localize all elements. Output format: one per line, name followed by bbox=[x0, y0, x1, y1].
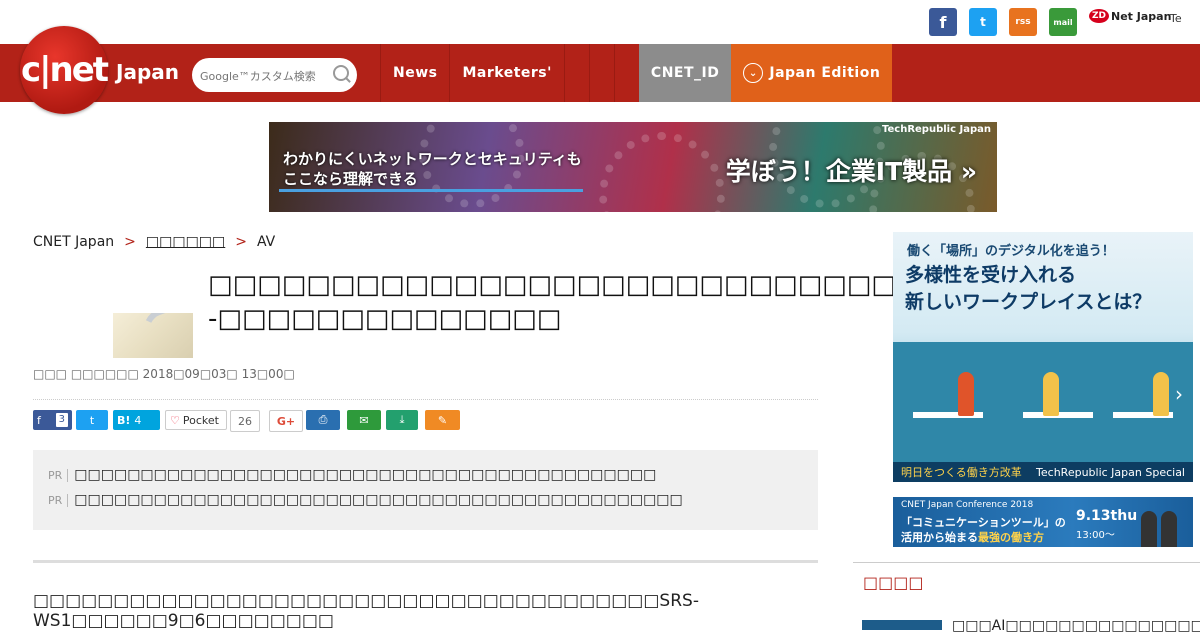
ad2-line2-highlight: 最強の働き方 bbox=[978, 531, 1044, 544]
pr-link[interactable]: □□□□□□□□□□□□□□□□□□□□□□□□□□□□□□□□□□□□□□□□… bbox=[74, 492, 682, 508]
sidebar-item-title[interactable]: □□□AI□□□□□□□□□□□□□□□ bbox=[952, 618, 1200, 634]
search-input[interactable] bbox=[198, 64, 332, 88]
breadcrumb-category[interactable]: □□□□□□ bbox=[146, 234, 225, 250]
cnet-id-button[interactable]: CNET_ID bbox=[638, 44, 732, 102]
pr-item[interactable]: PR □□□□□□□□□□□□□□□□□□□□□□□□□□□□□□□□□□□□□… bbox=[48, 467, 656, 483]
techrepublic-link[interactable]: Te bbox=[1170, 12, 1182, 25]
breadcrumb-home[interactable]: CNET Japan bbox=[33, 234, 114, 250]
ad2-line2-prefix: 活用から始まる bbox=[901, 531, 978, 544]
ad-footer: 明日をつくる働き方改革 TechRepublic Japan Special bbox=[893, 462, 1193, 482]
twitter-icon[interactable]: t bbox=[969, 8, 997, 36]
ad2-line2: 活用から始まる最強の働き方 bbox=[901, 529, 1044, 545]
facebook-share-button[interactable]: f 3 bbox=[33, 410, 72, 430]
facebook-share-count: 3 bbox=[55, 413, 68, 427]
divider bbox=[853, 562, 1200, 563]
speaker-graphic bbox=[1161, 511, 1177, 547]
rss-icon[interactable]: rss bbox=[1009, 8, 1037, 36]
sidebar-item-thumbnail[interactable] bbox=[862, 620, 942, 630]
twitter-share-button[interactable]: t bbox=[76, 410, 108, 430]
banner-line2: ここなら理解できる bbox=[283, 170, 418, 188]
rss-glyph: rss bbox=[1015, 17, 1031, 27]
top-utility-bar: f t rss mail ZD Net Japan Te bbox=[0, 0, 1200, 44]
pr-tag: PR bbox=[48, 468, 69, 482]
ad-footer-left: 明日をつくる働き方改革 bbox=[901, 466, 1022, 479]
chevron-down-icon: ⌄ bbox=[743, 63, 764, 83]
hatena-icon: B! bbox=[117, 413, 131, 427]
zdnet-label: Net Japan bbox=[1111, 9, 1172, 23]
chevron-right-icon[interactable]: › bbox=[1175, 382, 1183, 406]
nav-item-empty[interactable] bbox=[563, 44, 589, 102]
nav-item-empty[interactable] bbox=[588, 44, 614, 102]
breadcrumb: CNET Japan > □□□□□□ > AV bbox=[33, 234, 275, 250]
mail-glyph: mail bbox=[1053, 17, 1073, 27]
zdnet-japan-link[interactable]: ZD Net Japan bbox=[1089, 9, 1171, 23]
pocket-icon: ♡ bbox=[170, 413, 180, 427]
search-icon[interactable] bbox=[333, 65, 349, 81]
ad2-date: 9.13thu bbox=[1076, 508, 1138, 524]
print-button[interactable]: ⎙ bbox=[306, 410, 340, 430]
pr-tag: PR bbox=[48, 493, 69, 507]
pocket-label: Pocket bbox=[182, 413, 219, 427]
nav-marketers[interactable]: Marketers' bbox=[449, 44, 563, 102]
breadcrumb-subcategory[interactable]: AV bbox=[257, 234, 275, 250]
logo-region-label[interactable]: Japan bbox=[116, 60, 179, 84]
pocket-count: 26 bbox=[230, 410, 260, 432]
article-byline: □□□ □□□□□□ 2018□09□03□ 13□00□ bbox=[33, 367, 295, 381]
speaker-graphic bbox=[1141, 511, 1157, 547]
ad-line2: 多様性を受け入れる bbox=[905, 264, 1077, 286]
zdnet-logo-icon: ZD bbox=[1089, 9, 1109, 23]
google-plus-button[interactable]: G+ bbox=[269, 410, 303, 432]
cnet-logo[interactable]: c|net bbox=[20, 26, 109, 114]
sidebar-ad-workplace[interactable]: 働く「場所」のデジタル化を追う！ 多様性を受け入れる 新しいワークプレイスとは？… bbox=[893, 232, 1193, 482]
ad-line3: 新しいワークプレイスとは？ bbox=[905, 291, 1152, 313]
gear-graphic bbox=[599, 132, 725, 212]
download-icon: ⤓ bbox=[399, 413, 405, 426]
paperclip-icon: ✎ bbox=[437, 413, 448, 427]
facebook-icon[interactable]: f bbox=[929, 8, 957, 36]
hatena-count: 4 bbox=[134, 413, 142, 427]
mail-share-button[interactable]: ✉ bbox=[347, 410, 381, 430]
ad2-time: 13:00〜 bbox=[1076, 530, 1115, 541]
banner-ad[interactable]: TechRepublic Japan わかりにくいネットワークとセキュリティも … bbox=[269, 122, 997, 212]
banner-line1: わかりにくいネットワークとセキュリティも bbox=[283, 150, 582, 168]
ad-footer-right: TechRepublic Japan Special bbox=[1036, 465, 1185, 479]
nav-item-empty[interactable] bbox=[613, 44, 639, 102]
sidebar-heading: □□□□ bbox=[863, 573, 924, 592]
person-graphic bbox=[958, 372, 974, 416]
hatena-bookmark-button[interactable]: B! 4 bbox=[113, 410, 160, 430]
banner-brand: TechRepublic Japan bbox=[882, 124, 991, 135]
facebook-icon: f bbox=[37, 413, 41, 427]
sidebar-ad-conference[interactable]: CNET Japan Conference 2018 「コミュニケーションツール… bbox=[893, 497, 1193, 547]
ad2-event: CNET Japan Conference 2018 bbox=[901, 500, 1034, 510]
article-lead: □□□□□□□□□□□□□□□□□□□□□□□□□□□□□□□□□□□□□□□S… bbox=[33, 591, 699, 631]
clip-button[interactable]: ✎ bbox=[425, 410, 460, 430]
mail-icon: ✉ bbox=[359, 413, 369, 427]
banner-cta: 学ぼう！企業IT製品 » bbox=[725, 157, 977, 186]
pocket-button[interactable]: ♡ Pocket bbox=[165, 410, 227, 430]
pr-box: PR □□□□□□□□□□□□□□□□□□□□□□□□□□□□□□□□□□□□□… bbox=[33, 450, 818, 530]
banner-underline bbox=[279, 189, 583, 192]
article-thumbnail bbox=[113, 313, 193, 358]
breadcrumb-separator: > bbox=[235, 234, 247, 250]
pr-link[interactable]: □□□□□□□□□□□□□□□□□□□□□□□□□□□□□□□□□□□□□□□□… bbox=[74, 467, 656, 483]
article-title: □□□□□□□□□□□□□□□□□□□□□□□□□□□□□□□□□□□□□--□… bbox=[208, 270, 1127, 334]
ad2-line1: 「コミュニケーションツール」の bbox=[901, 516, 1066, 529]
print-icon: ⎙ bbox=[318, 413, 328, 426]
mail-icon[interactable]: mail bbox=[1049, 8, 1077, 36]
nav-news[interactable]: News bbox=[380, 44, 449, 102]
search-box bbox=[192, 58, 357, 92]
main-nav: News Marketers' CNET_ID ⌄ Japan Edition bbox=[380, 44, 893, 102]
save-button[interactable]: ⤓ bbox=[386, 410, 418, 430]
divider bbox=[33, 399, 818, 400]
edition-selector[interactable]: ⌄ Japan Edition bbox=[731, 44, 893, 102]
ad-line1: 働く「場所」のデジタル化を追う！ bbox=[907, 244, 1115, 259]
pr-item[interactable]: PR □□□□□□□□□□□□□□□□□□□□□□□□□□□□□□□□□□□□□… bbox=[48, 492, 683, 508]
person-graphic bbox=[1153, 372, 1169, 416]
breadcrumb-separator: > bbox=[124, 234, 136, 250]
person-graphic bbox=[1043, 372, 1059, 416]
twitter-icon: t bbox=[89, 413, 95, 427]
edition-label: Japan Edition bbox=[769, 65, 881, 81]
divider bbox=[33, 560, 818, 563]
